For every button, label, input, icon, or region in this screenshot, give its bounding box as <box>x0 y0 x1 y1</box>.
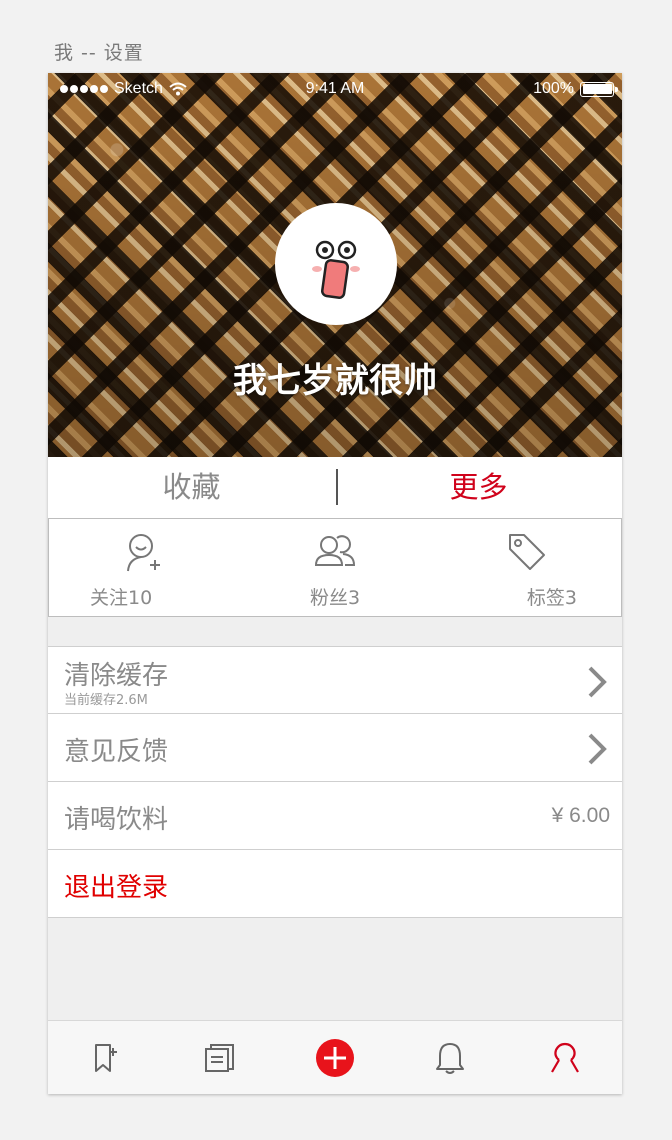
stat-followers[interactable]: 粉丝3 <box>240 519 431 616</box>
bottom-tab-bar <box>48 1020 622 1094</box>
settings-list: 清除缓存 当前缓存2.6M 意见反馈 请喝饮料 ¥ 6.00 退出登录 <box>48 646 622 918</box>
tab-notes[interactable] <box>163 1021 278 1094</box>
notes-icon <box>205 1043 235 1072</box>
tags-count: 标签3 <box>526 587 578 609</box>
tab-more[interactable]: 更多 <box>335 457 622 518</box>
surprised-face-icon <box>312 240 360 299</box>
users-icon <box>314 535 356 566</box>
tag-icon <box>508 534 545 570</box>
clear-cache-title: 清除缓存 <box>64 661 169 691</box>
tab-favorites[interactable]: 收藏 <box>48 457 335 518</box>
artboard-title: 我 -- 设置 <box>54 42 144 64</box>
battery-icon <box>580 81 618 97</box>
stat-following[interactable]: 关注10 <box>49 519 240 616</box>
tab-notifications[interactable] <box>392 1021 507 1094</box>
logout-row[interactable]: 退出登录 <box>48 850 622 918</box>
user-nickname: 我七岁就很帅 <box>233 361 437 401</box>
tab-bookmarks[interactable] <box>48 1021 163 1094</box>
stat-tags[interactable]: 标签3 <box>430 519 621 616</box>
stats-bar: 关注10 粉丝3 标签3 <box>48 518 622 617</box>
clear-cache-row[interactable]: 清除缓存 当前缓存2.6M <box>48 646 622 714</box>
feedback-row[interactable]: 意见反馈 <box>48 714 622 782</box>
profile-icon <box>550 1042 579 1073</box>
phone-screen: Sketch 9:41 AM 100% 我七岁就很帅 收藏 更多 关注10 粉丝… <box>48 73 622 1094</box>
tab-add[interactable] <box>278 1021 393 1094</box>
bookmark-add-icon <box>95 1043 118 1072</box>
chevron-right-icon <box>588 666 607 698</box>
buy-drink-title: 请喝饮料 <box>64 805 169 835</box>
feedback-title: 意见反馈 <box>64 737 169 767</box>
tab-divider <box>336 469 338 505</box>
followers-count: 粉丝3 <box>309 587 361 609</box>
buy-drink-row[interactable]: 请喝饮料 ¥ 6.00 <box>48 782 622 850</box>
add-icon <box>315 1038 354 1077</box>
profile-tabs: 收藏 更多 <box>48 457 622 518</box>
battery-percent: 100% <box>533 80 574 97</box>
status-bar: Sketch 9:41 AM 100% <box>48 73 622 107</box>
avatar[interactable] <box>275 203 397 325</box>
logout-label: 退出登录 <box>64 873 169 903</box>
following-count: 关注10 <box>90 587 153 609</box>
tab-profile[interactable] <box>507 1021 622 1094</box>
drink-price: ¥ 6.00 <box>551 804 610 827</box>
add-user-icon <box>127 534 161 572</box>
bell-icon <box>435 1042 464 1074</box>
chevron-right-icon <box>588 733 607 765</box>
cache-size-label: 当前缓存2.6M <box>64 693 148 708</box>
